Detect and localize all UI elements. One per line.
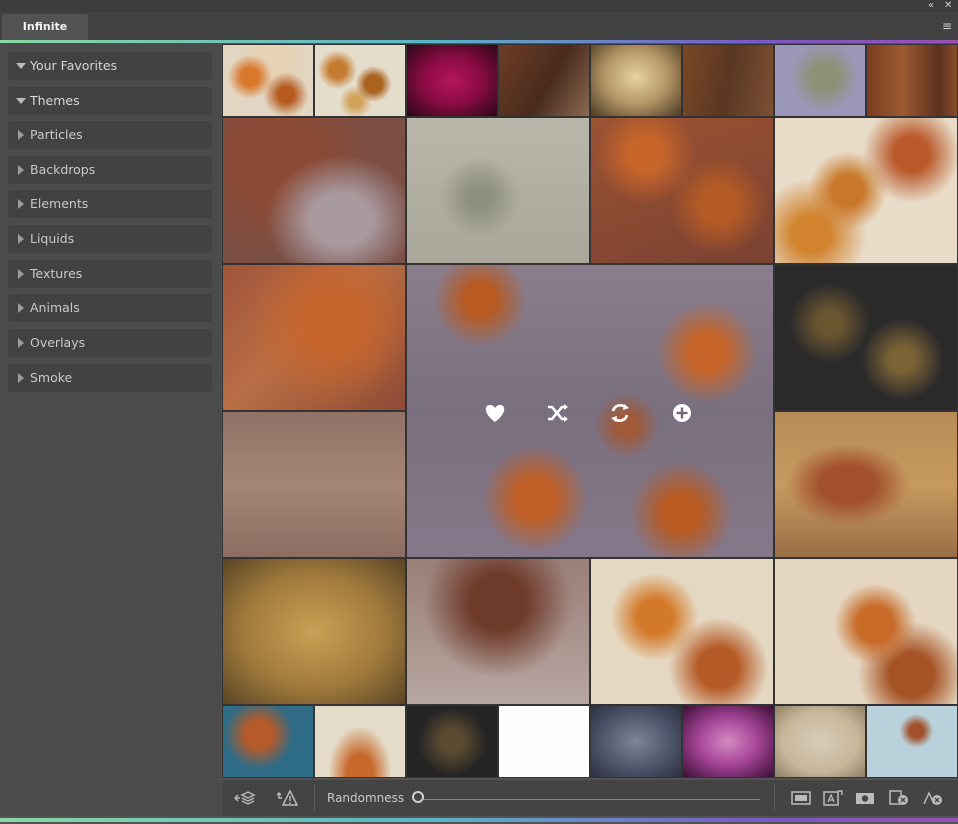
texture-tile[interactable] (222, 558, 406, 705)
texture-tile[interactable] (774, 558, 958, 705)
sidebar-item-label: Themes (30, 93, 80, 108)
chevron-right-icon (16, 364, 28, 392)
featured-tile-actions (460, 396, 700, 430)
chevron-right-icon (16, 156, 28, 184)
layer-remove-icon[interactable] (888, 789, 910, 807)
sidebar-item-elements[interactable]: Elements (8, 190, 212, 218)
sidebar-item-label: Textures (30, 266, 83, 281)
chevron-right-icon (16, 260, 28, 288)
tab-infinite-texture[interactable]: Infinite Texture (2, 14, 88, 59)
texture-tile[interactable] (222, 705, 314, 778)
texture-tile[interactable] (774, 44, 866, 117)
sidebar-item-label: Animals (30, 300, 80, 315)
texture-tile[interactable] (774, 705, 866, 778)
text-layer-icon[interactable] (822, 789, 844, 807)
texture-tile[interactable] (590, 117, 774, 264)
sidebar-item-smoke[interactable]: Smoke (8, 364, 212, 392)
sidebar-item-label: Backdrops (30, 162, 96, 177)
chevron-down-icon (16, 87, 28, 115)
tab-strip: Infinite Texture (0, 12, 958, 59)
collapse-panel-icon[interactable]: « (928, 0, 934, 12)
texture-tile[interactable] (314, 705, 406, 778)
sidebar-item-label: Particles (30, 127, 83, 142)
texture-tile[interactable] (774, 117, 958, 264)
chevron-right-icon (16, 121, 28, 149)
texture-tile[interactable] (222, 411, 406, 558)
sidebar-item-label: Liquids (30, 231, 75, 246)
texture-tile[interactable] (222, 44, 314, 117)
sidebar-item-animals[interactable]: Animals (8, 294, 212, 322)
favorite-icon[interactable] (478, 396, 512, 430)
sidebar-item-label: Smoke (30, 370, 73, 385)
texture-tile[interactable] (866, 705, 958, 778)
apply-left-icon[interactable] (234, 789, 256, 807)
apply-warning-icon[interactable] (276, 789, 298, 807)
texture-tile[interactable] (774, 411, 958, 558)
shuffle-icon[interactable] (540, 396, 574, 430)
category-sidebar: Your Favorites Themes Particles Backdrop… (0, 43, 221, 816)
chevron-right-icon (16, 190, 28, 218)
chevron-right-icon (16, 225, 28, 253)
texture-tile[interactable] (314, 44, 406, 117)
sidebar-item-themes[interactable]: Themes (8, 87, 212, 115)
randomness-slider-track[interactable] (420, 799, 760, 800)
texture-tile[interactable] (682, 44, 774, 117)
texture-tile[interactable] (682, 705, 774, 778)
chevron-down-icon (16, 52, 28, 80)
title-bar: « ✕ (0, 0, 958, 12)
close-panel-icon[interactable]: ✕ (944, 0, 952, 12)
sidebar-item-label: Overlays (30, 335, 86, 350)
sidebar-item-your-favorites[interactable]: Your Favorites (8, 52, 212, 80)
chevron-right-icon (16, 329, 28, 357)
texture-tile[interactable] (498, 705, 590, 778)
sidebar-item-liquids[interactable]: Liquids (8, 225, 212, 253)
add-icon[interactable] (665, 396, 699, 430)
texture-tile[interactable] (590, 44, 682, 117)
texture-tile[interactable] (222, 264, 406, 411)
texture-tile[interactable] (498, 44, 590, 117)
texture-tile[interactable] (774, 264, 958, 411)
sidebar-item-particles[interactable]: Particles (8, 121, 212, 149)
accent-bar-bottom (0, 818, 958, 822)
clear-icon[interactable] (922, 789, 944, 807)
footer-toolbar: Randomness (222, 780, 958, 816)
sidebar-item-textures[interactable]: Textures (8, 260, 212, 288)
texture-tile[interactable] (406, 117, 590, 264)
texture-tile[interactable] (866, 44, 958, 117)
randomness-slider-handle[interactable] (412, 791, 424, 803)
refresh-icon[interactable] (603, 396, 637, 430)
sidebar-item-label: Elements (30, 196, 89, 211)
texture-tile[interactable] (590, 558, 774, 705)
sidebar-item-backdrops[interactable]: Backdrops (8, 156, 212, 184)
camera-icon[interactable] (854, 789, 876, 807)
frame-icon[interactable] (790, 789, 812, 807)
chevron-right-icon (16, 294, 28, 322)
texture-tile[interactable] (406, 558, 590, 705)
texture-tile[interactable] (222, 117, 406, 264)
sidebar-item-overlays[interactable]: Overlays (8, 329, 212, 357)
panel-menu-icon[interactable]: ≡ (942, 20, 952, 32)
texture-tile[interactable] (590, 705, 682, 778)
footer-divider (774, 784, 775, 812)
texture-tile[interactable] (406, 44, 498, 117)
randomness-label: Randomness (327, 791, 405, 805)
texture-tile[interactable] (406, 705, 498, 778)
footer-divider (314, 784, 315, 812)
sidebar-item-label: Your Favorites (30, 58, 118, 73)
